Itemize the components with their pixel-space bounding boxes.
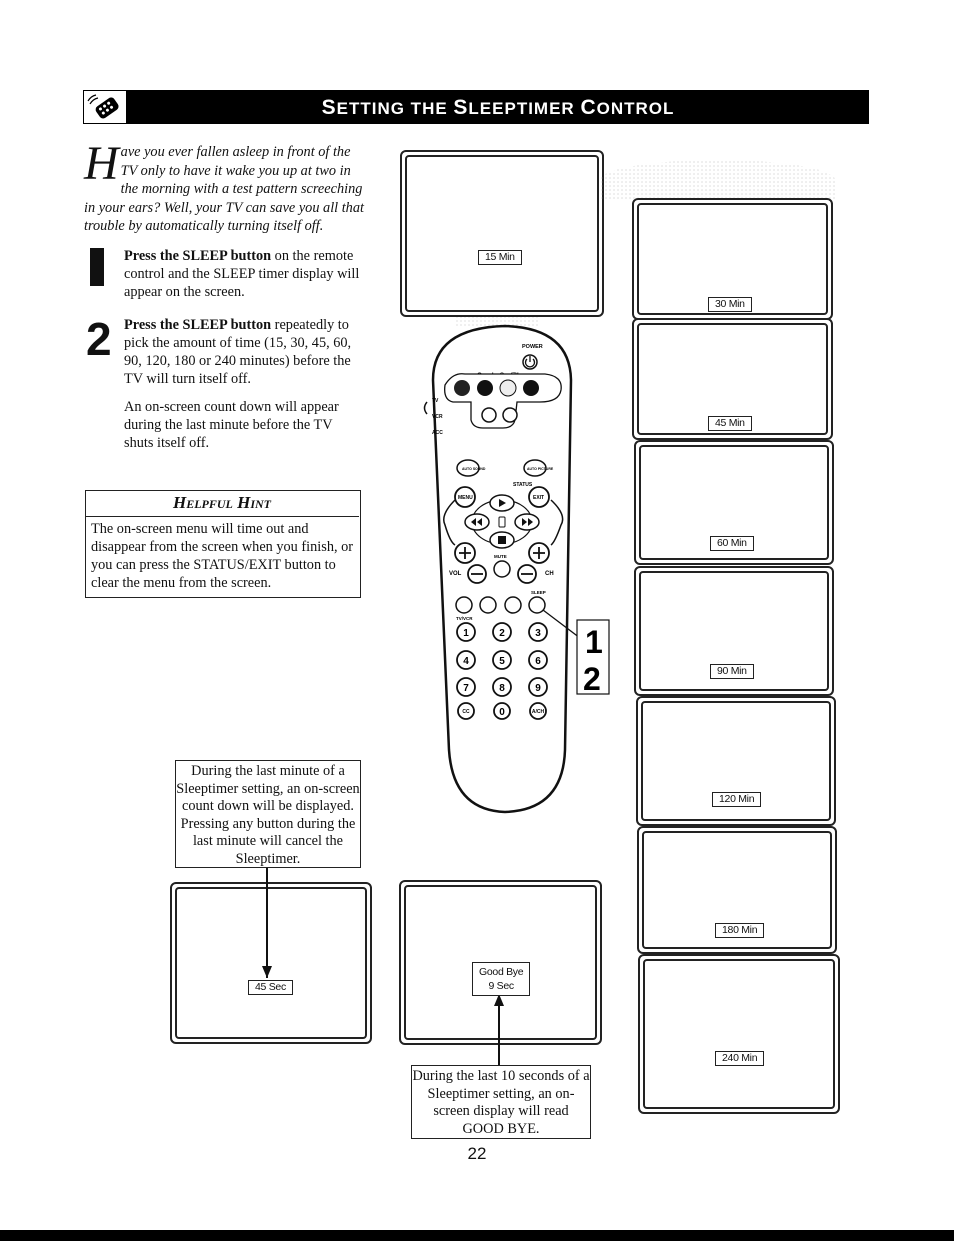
quadrasurf-button-4[interactable]	[523, 380, 539, 396]
osd-label: 45 Sec	[248, 980, 293, 995]
keypad-label: CC	[462, 709, 470, 715]
arrow-head-down	[262, 966, 272, 978]
ch-label: CH	[545, 571, 554, 577]
callout-goodbye: During the last 10 seconds of a Sleeptim…	[411, 1065, 591, 1139]
intro-paragraph: Have you ever fallen asleep in front of …	[84, 137, 369, 236]
mute-button[interactable]	[493, 560, 511, 578]
tv-screen-goodbye: Good Bye 9 Sec	[399, 880, 602, 1045]
exit-label: EXIT	[533, 495, 544, 501]
sleep-label: SLEEP	[531, 590, 546, 595]
title-cap: S	[321, 96, 337, 119]
title-part: LEEPTIMER	[468, 99, 581, 118]
menu-label: MENU	[458, 495, 473, 501]
remote-control-icon	[83, 90, 127, 124]
status-label: STATUS	[513, 482, 533, 488]
tv-screen-30-min: 30 Min	[632, 198, 833, 320]
keypad-label: 9	[535, 683, 541, 694]
step-1-number	[90, 248, 104, 286]
keypad-label: 7	[463, 683, 469, 694]
pause-button[interactable]	[504, 596, 522, 614]
mute-label: MUTE	[494, 554, 507, 559]
mode-label-acc: ACC	[432, 430, 443, 436]
step-callout-1: 1	[585, 624, 603, 660]
keypad-label: 4	[463, 656, 469, 667]
tv-vcr-label: TV/VCR	[456, 616, 473, 621]
record-button[interactable]	[479, 596, 497, 614]
title-part: ETTING THE	[336, 99, 454, 118]
osd-goodbye-line: Good Bye	[479, 966, 524, 978]
tv-screen-countdown: 45 Sec	[170, 882, 372, 1044]
title-cap: S	[453, 96, 469, 119]
drop-cap: H	[84, 137, 119, 190]
step-2-text: Press the SLEEP button repeatedly to pic…	[124, 316, 364, 388]
step-2-note: An on-screen count down will appear duri…	[124, 399, 339, 451]
keypad-label: 8	[499, 683, 505, 694]
footer-bar	[0, 1230, 954, 1241]
quadrasurf-button-3[interactable]	[499, 379, 517, 397]
osd-label: 120 Min	[712, 792, 762, 807]
smiley-button-1[interactable]	[481, 407, 497, 423]
mode-label-vcr: VCR	[432, 414, 443, 420]
osd-label: 15 Min	[478, 250, 522, 265]
tv-screen-60-min: 60 Min	[634, 440, 834, 565]
page-number: 22	[467, 1144, 487, 1163]
vol-label: VOL	[449, 571, 462, 577]
tv-screen-45-min: 45 Min	[632, 318, 833, 440]
osd-label: 45 Min	[708, 416, 752, 431]
keypad-label: 2	[499, 628, 505, 639]
osd-label: 90 Min	[710, 664, 754, 679]
auto-sound-label: AUTO SOUND	[462, 467, 486, 471]
step-2-number: 2	[86, 313, 112, 365]
quadrasurf-button-2[interactable]	[477, 380, 493, 396]
arrow-line	[498, 1000, 500, 1066]
step-1-text: Press the SLEEP button on the remote con…	[124, 247, 364, 301]
tv-vcr-button[interactable]	[455, 596, 473, 614]
step-1-bold: Press the SLEEP button	[124, 248, 272, 264]
title-part: ONTROL	[596, 99, 675, 118]
keypad-label: 5	[499, 656, 505, 667]
tv-screen-240-min: 240 Min	[638, 954, 840, 1114]
tv-screen-180-min: 180 Min	[637, 826, 837, 954]
keypad-label: 1	[463, 628, 469, 639]
keypad-label: 6	[535, 656, 541, 667]
intro-text: ave you ever fallen asleep in front of t…	[84, 144, 364, 235]
auto-picture-label: AUTO PICTURE	[527, 467, 554, 471]
smiley-button-2[interactable]	[502, 407, 518, 423]
step-2-bold: Press the SLEEP button	[124, 317, 272, 333]
tv-screen-15-min: 15 Min	[400, 150, 604, 317]
stop-icon	[498, 536, 506, 544]
title-cap: C	[580, 96, 597, 119]
callout-last-minute: During the last minute of a Sleeptimer s…	[175, 760, 361, 868]
step-callout-2: 2	[583, 661, 601, 697]
stipple-arc	[600, 160, 835, 200]
quadrasurf-button-1[interactable]	[454, 380, 470, 396]
osd-label: 180 Min	[715, 923, 765, 938]
arrow-line	[266, 868, 268, 978]
helpful-hint-title: Helpful Hint	[85, 490, 359, 517]
power-label: POWER	[522, 344, 543, 350]
tv-screen-90-min: 90 Min	[634, 566, 834, 696]
keypad-label: A/CH	[532, 709, 545, 715]
osd-label: 60 Min	[710, 536, 754, 551]
keypad-label: 3	[535, 628, 541, 639]
osd-label: 240 Min	[715, 1051, 765, 1066]
page-title: SETTING THE SLEEPTIMER CONTROL	[127, 90, 869, 124]
keypad-label: 0	[499, 707, 505, 718]
osd-label: 30 Min	[708, 297, 752, 312]
remote-control: POWER QuadraSurf™ TV VCR ACC AUTO SOUND …	[405, 310, 620, 820]
mode-label-tv: TV	[432, 398, 439, 404]
osd-seconds-line: 9 Sec	[488, 980, 514, 992]
tv-screen-120-min: 120 Min	[636, 696, 836, 826]
helpful-hint-body: The on-screen menu will time out and dis…	[91, 521, 354, 591]
osd-goodbye-label: Good Bye 9 Sec	[472, 962, 531, 996]
sleep-button[interactable]	[528, 596, 546, 614]
